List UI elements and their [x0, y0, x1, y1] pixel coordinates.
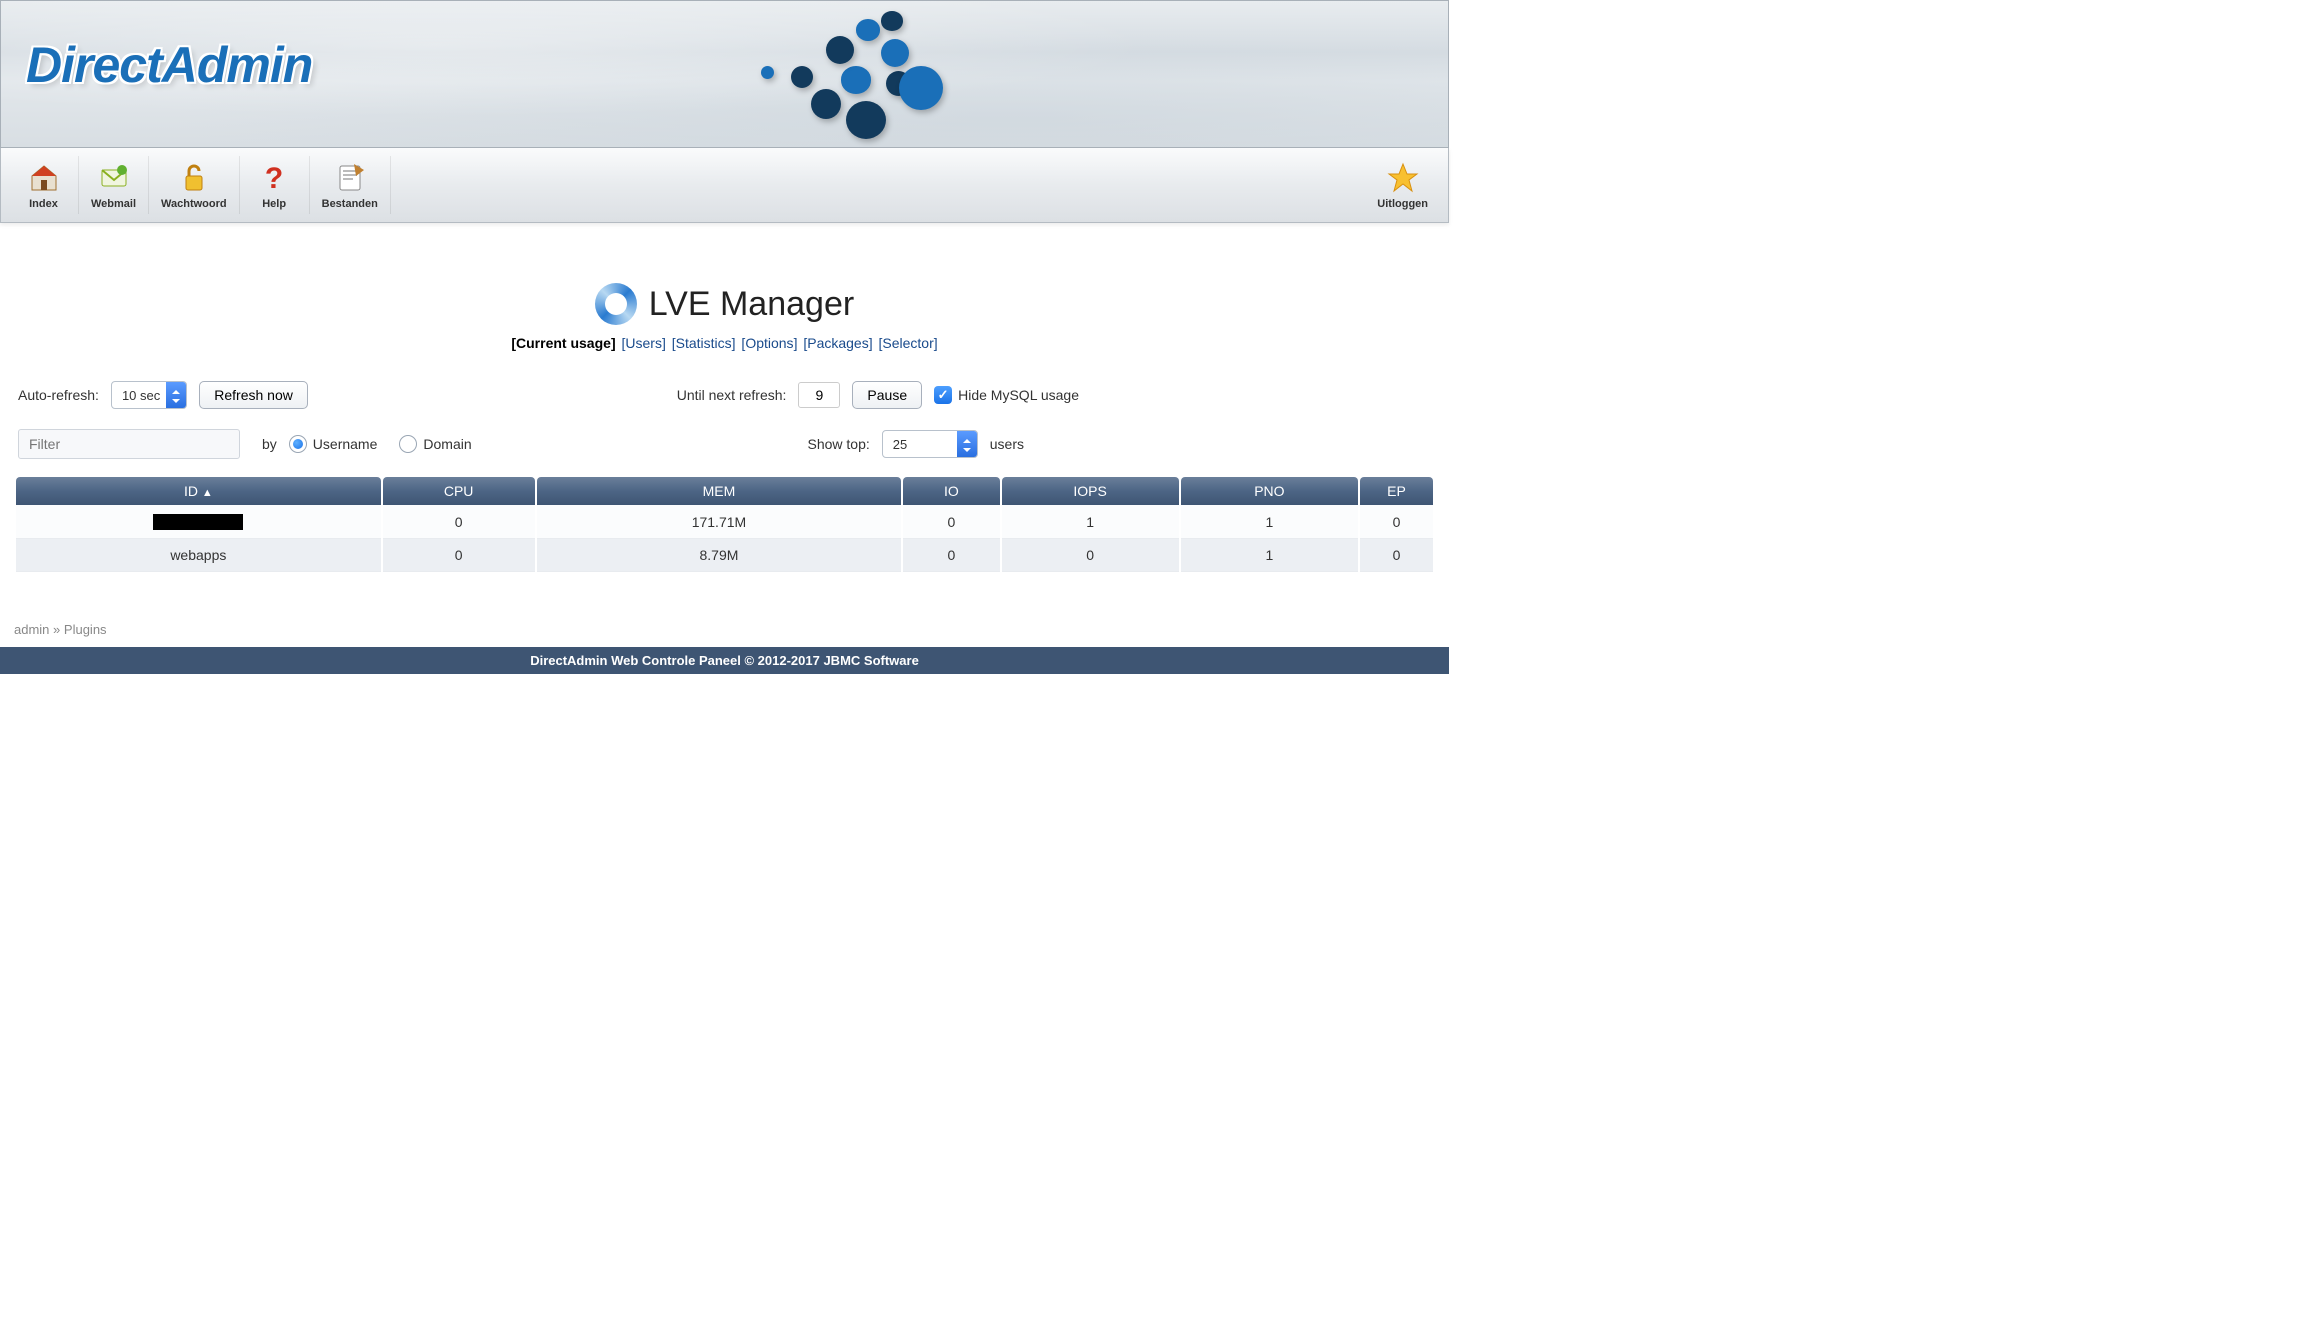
cell-cpu: 0	[383, 539, 535, 572]
sort-asc-icon: ▲	[202, 487, 213, 499]
radio-domain-label: Domain	[423, 436, 471, 452]
decorative-dots	[681, 11, 961, 141]
star-icon	[1387, 162, 1419, 194]
toolbar-logout[interactable]: Uitloggen	[1365, 156, 1440, 214]
cell-io: 0	[903, 539, 999, 572]
toolbar-password-label: Wachtwoord	[161, 198, 227, 210]
tab-options[interactable]: [Options]	[741, 335, 797, 351]
cell-id	[16, 505, 381, 539]
by-label: by	[262, 436, 277, 452]
radio-unchecked-icon	[399, 435, 417, 453]
cell-id: webapps	[16, 539, 381, 572]
table-header-row: ID ▲ CPU MEM IO IOPS PNO EP	[16, 477, 1433, 505]
redacted-text	[153, 514, 243, 530]
toolbar-help[interactable]: ? Help	[240, 156, 310, 214]
controls-row-1: Auto-refresh: 10 sec Refresh now Until n…	[14, 375, 1435, 415]
auto-refresh-value: 10 sec	[122, 388, 160, 403]
tab-row: [Current usage] [Users] [Statistics] [Op…	[14, 335, 1435, 351]
toolbar-index[interactable]: Index	[9, 156, 79, 214]
filter-input[interactable]	[18, 429, 240, 459]
header-banner: DirectAdmin	[0, 0, 1449, 148]
col-cpu[interactable]: CPU	[383, 477, 535, 505]
cell-cpu: 0	[383, 505, 535, 539]
breadcrumb: admin » Plugins	[0, 612, 1449, 647]
tab-packages[interactable]: [Packages]	[803, 335, 872, 351]
toolbar-help-label: Help	[262, 198, 286, 210]
swirl-icon	[595, 283, 637, 325]
radio-checked-icon	[289, 435, 307, 453]
tab-selector[interactable]: [Selector]	[879, 335, 938, 351]
toolbar-webmail-label: Webmail	[91, 198, 136, 210]
cell-io: 0	[903, 505, 999, 539]
chevron-updown-icon	[957, 431, 977, 457]
page-heading: LVE Manager	[14, 283, 1435, 325]
main-toolbar: Index Webmail Wachtwoord ? Help Bestande…	[0, 148, 1449, 223]
cell-pno: 1	[1181, 539, 1358, 572]
col-pno[interactable]: PNO	[1181, 477, 1358, 505]
help-icon: ?	[258, 162, 290, 194]
breadcrumb-sep: »	[53, 622, 60, 637]
col-ep[interactable]: EP	[1360, 477, 1433, 505]
page-title: LVE Manager	[649, 285, 854, 324]
show-top-select[interactable]: 25	[882, 430, 978, 458]
toolbar-webmail[interactable]: Webmail	[79, 156, 149, 214]
breadcrumb-current: Plugins	[64, 622, 107, 637]
toolbar-files-label: Bestanden	[322, 198, 378, 210]
main-content: LVE Manager [Current usage] [Users] [Sta…	[0, 223, 1449, 612]
col-mem[interactable]: MEM	[537, 477, 902, 505]
cell-ep: 0	[1360, 505, 1433, 539]
toolbar-password[interactable]: Wachtwoord	[149, 156, 240, 214]
chevron-updown-icon	[166, 382, 186, 408]
checkbox-checked-icon	[934, 386, 952, 404]
logo-text: DirectAdmin	[26, 37, 312, 93]
refresh-now-button[interactable]: Refresh now	[199, 381, 308, 409]
hide-mysql-checkbox[interactable]: Hide MySQL usage	[934, 386, 1079, 404]
logo: DirectAdmin	[26, 36, 312, 94]
usage-table: ID ▲ CPU MEM IO IOPS PNO EP 0 171.71M 0 …	[14, 477, 1435, 572]
auto-refresh-select[interactable]: 10 sec	[111, 381, 187, 409]
home-icon	[28, 162, 60, 194]
cell-mem: 171.71M	[537, 505, 902, 539]
toolbar-index-label: Index	[29, 198, 58, 210]
radio-username-label: Username	[313, 436, 378, 452]
lock-icon	[178, 162, 210, 194]
breadcrumb-home[interactable]: admin	[14, 622, 49, 637]
tab-statistics[interactable]: [Statistics]	[672, 335, 736, 351]
show-top-label: Show top:	[808, 436, 870, 452]
table-row: 0 171.71M 0 1 1 0	[16, 505, 1433, 539]
show-top-value: 25	[893, 437, 907, 452]
cell-iops: 0	[1002, 539, 1179, 572]
until-next-refresh-label: Until next refresh:	[677, 387, 787, 403]
tab-current-usage[interactable]: [Current usage]	[511, 335, 615, 351]
controls-row-2: by Username Domain Show top: 25 users	[14, 423, 1435, 465]
cell-mem: 8.79M	[537, 539, 902, 572]
auto-refresh-label: Auto-refresh:	[18, 387, 99, 403]
radio-username[interactable]: Username	[289, 435, 378, 453]
users-label: users	[990, 436, 1024, 452]
cell-iops: 1	[1002, 505, 1179, 539]
files-icon	[334, 162, 366, 194]
svg-text:?: ?	[265, 162, 283, 194]
table-row: webapps 0 8.79M 0 0 1 0	[16, 539, 1433, 572]
col-id[interactable]: ID ▲	[16, 477, 381, 505]
cell-ep: 0	[1360, 539, 1433, 572]
footer: DirectAdmin Web Controle Paneel © 2012-2…	[0, 647, 1449, 674]
until-next-refresh-input[interactable]	[798, 382, 840, 408]
radio-domain[interactable]: Domain	[399, 435, 471, 453]
tab-users[interactable]: [Users]	[622, 335, 666, 351]
col-io[interactable]: IO	[903, 477, 999, 505]
cell-pno: 1	[1181, 505, 1358, 539]
toolbar-logout-label: Uitloggen	[1377, 198, 1428, 210]
col-iops[interactable]: IOPS	[1002, 477, 1179, 505]
toolbar-files[interactable]: Bestanden	[310, 156, 391, 214]
pause-button[interactable]: Pause	[852, 381, 922, 409]
hide-mysql-label: Hide MySQL usage	[958, 387, 1079, 403]
mail-icon	[98, 162, 130, 194]
